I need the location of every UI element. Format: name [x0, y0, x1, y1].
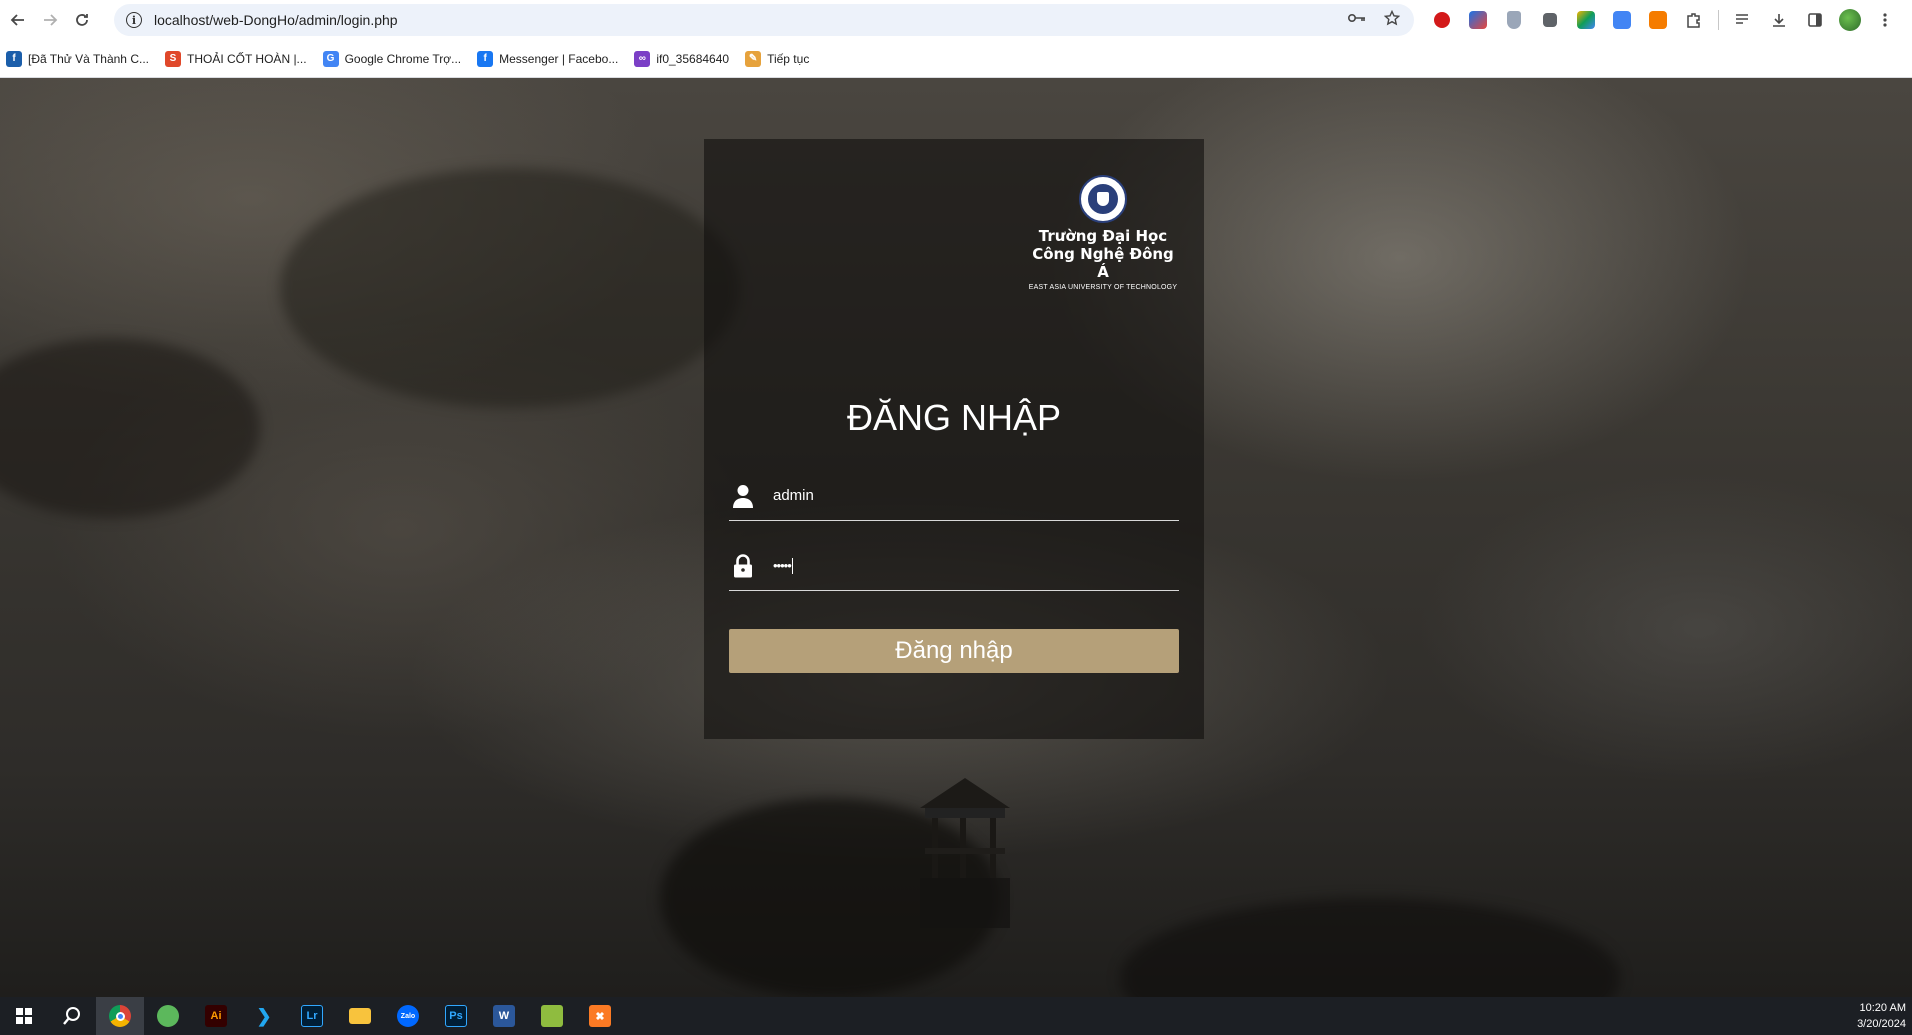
login-panel: Trường Đại Học Công Nghệ Đông Á EAST ASI… — [704, 139, 1204, 739]
password-key-icon[interactable] — [1347, 11, 1366, 29]
file-explorer-taskbar-icon[interactable] — [336, 997, 384, 1035]
clock-date: 3/20/2024 — [1857, 1018, 1906, 1030]
bookmarks-bar: f [Đã Thử Và Thành C... S THOẢI CỐT HOÀN |.… — [0, 40, 1912, 78]
bookmark-label: THOẢI CỐT HOÀN |... — [186, 51, 307, 66]
text-caret — [791, 557, 793, 574]
extension-icon[interactable] — [1646, 8, 1670, 32]
windows-taskbar: Ai ❯ Lr Zalo Ps W ✖ 10:20 AM 3/20/2024 — [0, 997, 1912, 1035]
browser-toolbar: i localhost/web-DongHo/admin/login.php — [0, 0, 1912, 40]
bookmark-favicon-icon: f — [6, 50, 22, 67]
shield-extension-icon[interactable] — [1502, 8, 1526, 32]
xampp-taskbar-icon[interactable]: ✖ — [576, 997, 624, 1035]
download-icon[interactable] — [1767, 8, 1791, 32]
bookmark-label: if0_35684640 — [656, 51, 730, 66]
tree-silhouette — [1120, 898, 1620, 997]
bookmark-label: Tiếp tục — [767, 51, 810, 66]
mountain-silhouette — [280, 168, 740, 408]
bookmark-item[interactable]: ∞ if0_35684640 — [634, 50, 730, 67]
bookmark-item[interactable]: S THOẢI CỐT HOÀN |... — [164, 50, 307, 67]
forward-icon[interactable] — [34, 4, 66, 36]
clock-time: 10:20 AM — [1859, 1002, 1906, 1014]
logo-line-2: Công Nghệ Đông Á — [1032, 245, 1174, 281]
pavilion-image — [920, 778, 1010, 928]
reload-icon[interactable] — [66, 4, 98, 36]
back-icon[interactable] — [2, 4, 34, 36]
extension-icon[interactable] — [1538, 8, 1562, 32]
extensions-area — [1430, 8, 1897, 32]
bookmark-item[interactable]: f [Đã Thử Và Thành C... — [6, 50, 149, 67]
bookmark-item[interactable]: G Google Chrome Trợ... — [322, 50, 462, 67]
photoshop-taskbar-icon[interactable]: Ps — [432, 997, 480, 1035]
username-field[interactable] — [729, 471, 1179, 521]
opera-extension-icon[interactable] — [1430, 8, 1454, 32]
user-icon — [731, 483, 755, 509]
logo-line-1: Trường Đại Học — [1038, 227, 1168, 245]
address-bar[interactable]: i localhost/web-DongHo/admin/login.php — [114, 4, 1414, 36]
bookmark-label: Messenger | Facebo... — [499, 51, 619, 66]
bookmark-item[interactable]: f Messenger | Facebo... — [477, 50, 619, 67]
translate-extension-icon[interactable] — [1610, 8, 1634, 32]
site-info-icon[interactable]: i — [126, 12, 142, 28]
bookmark-item[interactable]: ✎ Tiếp tục — [745, 50, 810, 67]
zalo-taskbar-icon[interactable]: Zalo — [384, 997, 432, 1035]
system-clock[interactable]: 10:20 AM 3/20/2024 — [1857, 1000, 1906, 1032]
password-field[interactable]: ••••• — [729, 541, 1179, 591]
side-panel-icon[interactable] — [1803, 8, 1827, 32]
word-taskbar-icon[interactable]: W — [480, 997, 528, 1035]
extension-icon[interactable] — [1574, 8, 1598, 32]
lightroom-taskbar-icon[interactable]: Lr — [288, 997, 336, 1035]
university-logo: Trường Đại Học Công Nghệ Đông Á EAST ASI… — [1028, 175, 1178, 291]
url-text[interactable]: localhost/web-DongHo/admin/login.php — [154, 12, 398, 28]
bookmark-favicon-icon: G — [322, 50, 339, 67]
password-input[interactable]: ••••• — [773, 558, 792, 573]
logo-line-3: EAST ASIA UNIVERSITY OF TECHNOLOGY — [1028, 284, 1178, 291]
bookmark-favicon-icon: S — [164, 50, 181, 67]
more-menu-icon[interactable] — [1873, 8, 1897, 32]
reading-list-icon[interactable] — [1731, 8, 1755, 32]
start-button[interactable] — [0, 997, 48, 1035]
toolbar-divider — [1718, 10, 1719, 30]
extension-icon[interactable] — [1466, 8, 1490, 32]
bookmark-label: [Đã Thử Và Thành C... — [28, 51, 149, 66]
puzzle-extensions-icon[interactable] — [1682, 8, 1706, 32]
login-button[interactable]: Đăng nhập — [729, 629, 1179, 673]
lock-icon — [731, 553, 755, 579]
bookmark-favicon-icon: ✎ — [745, 50, 762, 67]
bookmark-label: Google Chrome Trợ... — [344, 51, 462, 66]
bookmark-favicon-icon: f — [477, 50, 494, 67]
university-seal-icon — [1079, 175, 1127, 223]
app-taskbar-icon[interactable] — [144, 997, 192, 1035]
profile-avatar[interactable] — [1839, 9, 1861, 31]
search-icon[interactable] — [48, 997, 96, 1035]
vscode-taskbar-icon[interactable]: ❯ — [240, 997, 288, 1035]
bookmark-star-icon[interactable] — [1383, 9, 1401, 31]
login-title: ĐĂNG NHẬP — [846, 397, 1062, 438]
login-page-background: Trường Đại Học Công Nghệ Đông Á EAST ASI… — [0, 78, 1912, 997]
chrome-taskbar-icon[interactable] — [96, 997, 144, 1035]
app-taskbar-icon[interactable] — [528, 997, 576, 1035]
username-input[interactable] — [773, 487, 1153, 504]
bookmark-favicon-icon: ∞ — [634, 50, 651, 67]
mountain-silhouette — [0, 338, 260, 518]
illustrator-taskbar-icon[interactable]: Ai — [192, 997, 240, 1035]
